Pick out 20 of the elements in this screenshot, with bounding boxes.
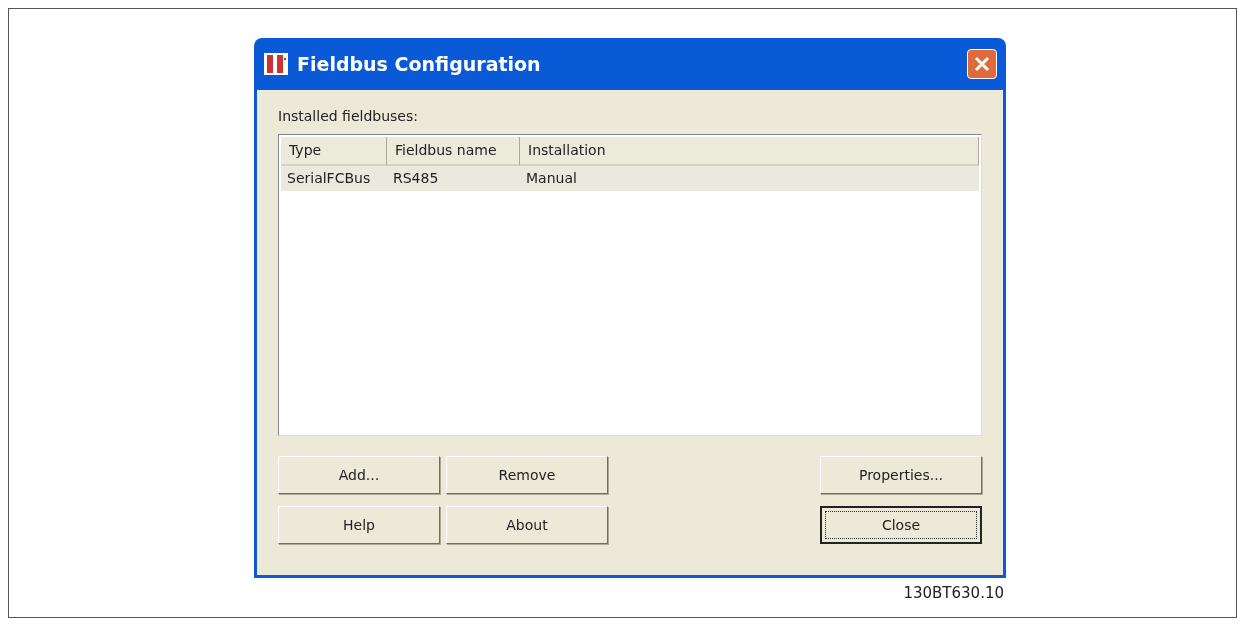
dialog-button[interactable]: Properties...	[820, 456, 982, 494]
column-header[interactable]: Type	[281, 137, 387, 166]
window-title: Fieldbus Configuration	[297, 51, 542, 77]
table-row[interactable]: SerialFCBus RS485 Manual	[281, 166, 979, 191]
dialog-button[interactable]: Add...	[278, 456, 440, 494]
dialog-button[interactable]: Close	[820, 506, 982, 544]
fieldbus-list[interactable]: Type Fieldbus name Installation SerialFCBus RS485 Manual	[278, 134, 982, 436]
close-button[interactable]	[967, 49, 997, 79]
table-cell-text: RS485	[393, 169, 439, 188]
figure-id: 130BT630.10	[902, 583, 1004, 604]
table-cell-text: Manual	[526, 169, 577, 188]
table-cell-text: SerialFCBus	[287, 169, 371, 188]
close-icon	[973, 55, 991, 73]
dialog-button[interactable]: About	[446, 506, 608, 544]
dialog-button[interactable]: Help	[278, 506, 440, 544]
column-header[interactable]: Installation	[520, 137, 979, 166]
column-header[interactable]: Fieldbus name	[387, 137, 520, 166]
list-label: Installed fieldbuses:	[278, 107, 419, 126]
dialog-button[interactable]: Remove	[446, 456, 608, 494]
app-icon	[263, 52, 289, 76]
